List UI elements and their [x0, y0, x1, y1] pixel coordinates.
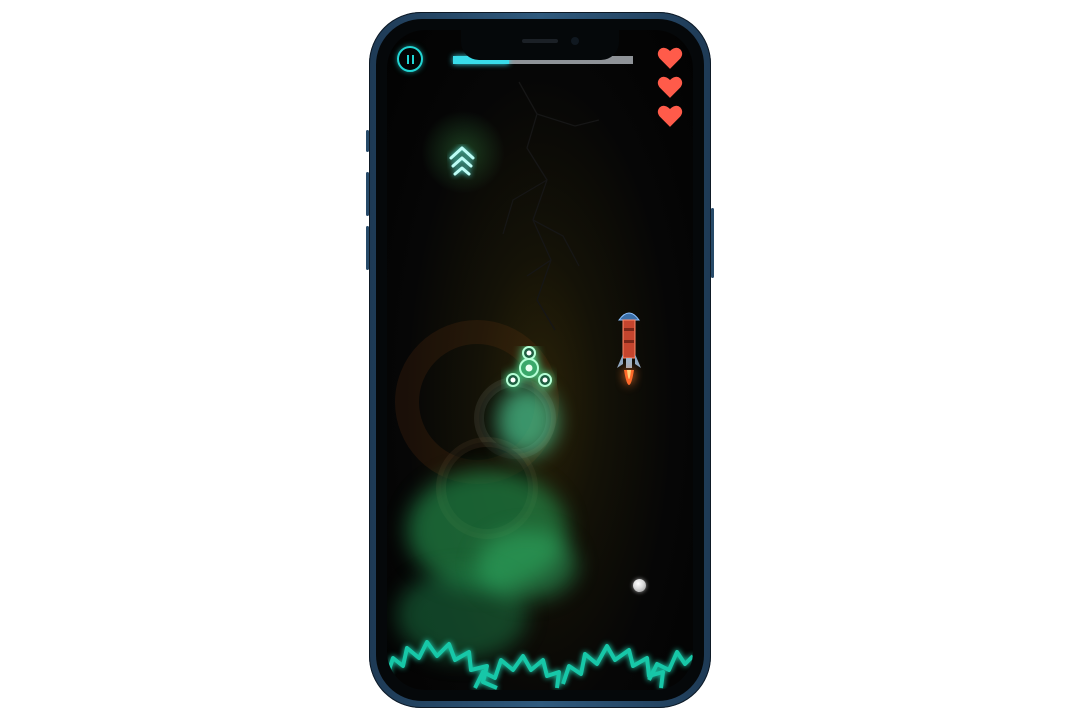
heart-icon: [657, 105, 683, 127]
pickup-orb[interactable]: [633, 579, 646, 592]
rocket-enemy: [617, 312, 641, 385]
game-screen[interactable]: [387, 30, 693, 690]
saw-blade-hazard: [387, 640, 693, 690]
ship-exhaust-smoke: [497, 386, 557, 456]
speaker-grille: [522, 39, 558, 43]
front-camera: [571, 37, 579, 45]
pause-button[interactable]: [397, 46, 423, 72]
volume-up-button: [366, 172, 369, 216]
power-button: [711, 208, 714, 278]
ground-cracks: [502, 81, 600, 331]
heart-icon: [657, 47, 683, 69]
pause-icon: [407, 55, 409, 64]
mute-switch: [366, 130, 369, 152]
phone-notch: [461, 30, 619, 60]
lives-indicator: [657, 46, 685, 133]
triple-chevron-up-icon[interactable]: [447, 144, 477, 180]
phone-frame: [366, 12, 714, 708]
heart-icon: [657, 76, 683, 98]
smoke-cloud: [477, 530, 577, 600]
player-spinner-ship[interactable]: [501, 346, 557, 396]
volume-down-button: [366, 226, 369, 270]
